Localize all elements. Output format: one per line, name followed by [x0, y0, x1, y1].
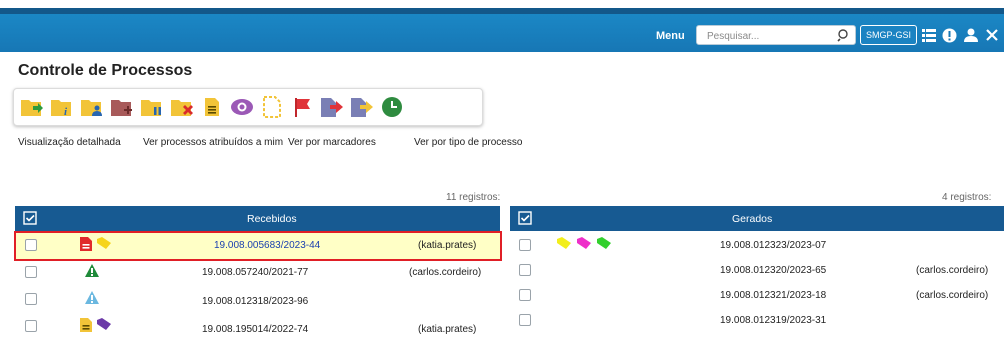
send-process-icon[interactable]: [19, 93, 45, 121]
row-checkbox[interactable]: [25, 239, 37, 251]
generated-title[interactable]: Gerados: [732, 213, 772, 225]
page-title: Controle de Processos: [18, 62, 193, 79]
markers-view-link[interactable]: Ver por marcadores: [288, 137, 376, 148]
green-tag-icon[interactable]: [596, 236, 612, 255]
unit-selector[interactable]: SMGP-GSI: [860, 25, 918, 45]
yellow-document-icon[interactable]: [79, 317, 93, 338]
view-icon[interactable]: [229, 93, 255, 121]
received-row[interactable]: 19.008.057240/2021-77 (carlos.cordeiro): [16, 260, 500, 286]
received-count: 11 registros:: [446, 192, 501, 203]
received-header: Recebidos: [15, 206, 500, 231]
received-row[interactable]: 19.008.195014/2022-74 (katia.prates): [16, 314, 500, 340]
process-number[interactable]: 19.008.012323/2023-07: [720, 240, 826, 251]
action-toolbar: i: [13, 88, 483, 126]
row-checkbox[interactable]: [25, 293, 37, 305]
row-checkbox[interactable]: [25, 320, 37, 332]
assigned-user[interactable]: (carlos.cordeiro): [916, 265, 988, 276]
attach-processes-icon[interactable]: [109, 93, 135, 121]
purple-tag-icon[interactable]: [96, 317, 112, 336]
yellow-tag-icon[interactable]: [96, 236, 112, 255]
assigned-view-link[interactable]: Ver processos atribuídos a mim: [143, 137, 283, 148]
search-box: [696, 25, 856, 47]
user-icon[interactable]: [961, 26, 980, 44]
process-number[interactable]: 19.008.012318/2023-96: [202, 296, 308, 307]
deadline-icon[interactable]: [379, 93, 405, 121]
row-checkbox[interactable]: [519, 239, 531, 251]
received-title[interactable]: Recebidos: [247, 213, 297, 225]
new-document-icon[interactable]: [259, 93, 285, 121]
row-checkbox[interactable]: [519, 264, 531, 276]
assign-process-icon[interactable]: [79, 93, 105, 121]
process-number[interactable]: 19.008.012320/2023-65: [720, 265, 826, 276]
generated-row[interactable]: 19.008.012319/2023-31: [510, 308, 1004, 334]
annotation-icon[interactable]: [199, 93, 225, 121]
tools-icon[interactable]: [982, 26, 1001, 44]
generated-row[interactable]: 19.008.012320/2023-65 (carlos.cordeiro): [510, 258, 1004, 284]
select-all-checkbox-icon[interactable]: [23, 211, 37, 230]
detailed-view-link[interactable]: Visualização detalhada: [18, 137, 121, 148]
row-checkbox[interactable]: [25, 266, 37, 278]
generated-header: Gerados: [510, 206, 1004, 231]
menu-link[interactable]: Menu: [656, 30, 685, 42]
top-bar: Menu SMGP-GSI: [0, 8, 1004, 52]
process-number[interactable]: 19.008.012319/2023-31: [720, 315, 826, 326]
process-info-icon[interactable]: i: [49, 93, 75, 121]
search-input[interactable]: [705, 27, 837, 46]
received-row[interactable]: 19.008.005683/2023-44 (katia.prates): [14, 231, 502, 261]
assigned-user[interactable]: (katia.prates): [418, 324, 476, 335]
row-checkbox[interactable]: [519, 289, 531, 301]
generated-row[interactable]: 19.008.012321/2023-18 (carlos.cordeiro): [510, 283, 1004, 309]
yellow-tag-icon[interactable]: [556, 236, 572, 255]
select-all-checkbox-icon[interactable]: [518, 211, 532, 230]
suspend-process-icon[interactable]: [139, 93, 165, 121]
process-number[interactable]: 19.008.195014/2022-74: [202, 324, 308, 335]
generated-row[interactable]: 19.008.012323/2023-07: [510, 233, 1004, 259]
assigned-user[interactable]: (carlos.cordeiro): [409, 267, 481, 278]
red-document-icon[interactable]: [79, 236, 93, 257]
process-number[interactable]: 19.008.057240/2021-77: [202, 267, 308, 278]
generated-count: 4 registros:: [942, 192, 992, 203]
top-bar-band: [0, 8, 1004, 14]
top-icons: [919, 26, 1004, 44]
received-row[interactable]: 19.008.012318/2023-96: [16, 287, 500, 313]
green-warning-icon[interactable]: [84, 263, 100, 283]
top-strip: [0, 0, 1004, 8]
magenta-tag-icon[interactable]: [576, 236, 592, 255]
process-number[interactable]: 19.008.005683/2023-44: [214, 240, 320, 251]
assigned-user[interactable]: (carlos.cordeiro): [916, 290, 988, 301]
blue-warning-icon[interactable]: [84, 290, 100, 310]
list-icon[interactable]: [919, 26, 938, 44]
return-icon[interactable]: [349, 93, 375, 121]
alert-icon[interactable]: [940, 26, 959, 44]
forward-icon[interactable]: [319, 93, 345, 121]
marker-flag-icon[interactable]: [289, 93, 315, 121]
assigned-user[interactable]: (katia.prates): [418, 240, 476, 251]
type-view-link[interactable]: Ver por tipo de processo: [414, 137, 522, 148]
process-number[interactable]: 19.008.012321/2023-18: [720, 290, 826, 301]
search-icon[interactable]: [837, 28, 851, 47]
row-checkbox[interactable]: [519, 314, 531, 326]
conclude-process-icon[interactable]: [169, 93, 195, 121]
